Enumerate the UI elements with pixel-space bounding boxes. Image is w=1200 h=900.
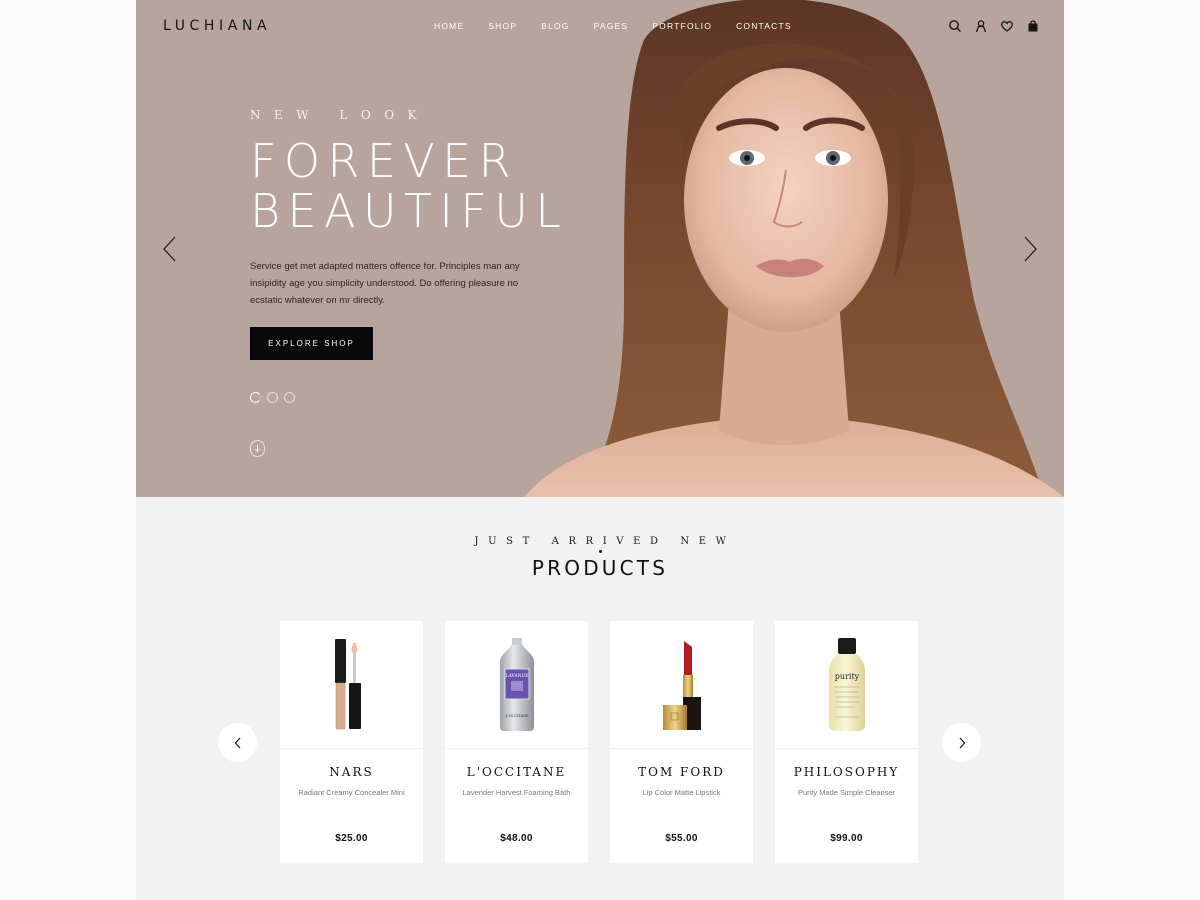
- products-prev-button[interactable]: [218, 723, 257, 762]
- hero-slider: LUCHIANA HOME SHOP BLOG PAGES PORTFOLIO …: [136, 0, 1064, 497]
- product-brand[interactable]: NARS: [280, 765, 423, 779]
- product-price: $99.00: [830, 833, 863, 844]
- bottle-label-text: LAVANDE: [505, 673, 528, 679]
- hero-next-arrow-icon[interactable]: [1022, 236, 1038, 262]
- product-name[interactable]: Radiant Creamy Concealer Mini: [292, 786, 412, 799]
- page: LUCHIANA HOME SHOP BLOG PAGES PORTFOLIO …: [136, 0, 1064, 900]
- menu-item-pages[interactable]: PAGES: [594, 21, 629, 31]
- cleanser-bottle-image: purity: [828, 637, 865, 731]
- explore-shop-button[interactable]: EXPLORE SHOP: [250, 327, 373, 360]
- product-price: $25.00: [335, 833, 368, 844]
- product-name[interactable]: Purity Made Simple Cleanser: [787, 786, 907, 799]
- menu-item-home[interactable]: HOME: [434, 21, 464, 31]
- product-card[interactable]: NARS Radiant Creamy Concealer Mini $25.0…: [280, 621, 423, 863]
- product-card[interactable]: TOM FORD Lip Color Matte Lipstick $55.00: [610, 621, 753, 863]
- heart-icon[interactable]: [1000, 19, 1014, 33]
- product-image[interactable]: LAVANDE L'OCCITANE: [445, 621, 588, 749]
- product-card[interactable]: LAVANDE L'OCCITANE L'OCCITANE Lavender H…: [445, 621, 588, 863]
- top-navigation: LUCHIANA HOME SHOP BLOG PAGES PORTFOLIO …: [136, 0, 1064, 54]
- product-carousel: NARS Radiant Creamy Concealer Mini $25.0…: [280, 621, 918, 863]
- slide-dot-1[interactable]: [250, 392, 261, 403]
- slide-dot-2[interactable]: [267, 392, 278, 403]
- site-logo[interactable]: LUCHIANA: [163, 18, 271, 34]
- product-card[interactable]: purity PHILOSOPHY Purity Made Simple Cle…: [775, 621, 918, 863]
- menu-item-blog[interactable]: BLOG: [541, 21, 569, 31]
- concealer-image: [334, 638, 361, 729]
- slider-pagination: [250, 392, 295, 403]
- product-name[interactable]: Lip Color Matte Lipstick: [622, 786, 742, 799]
- menu-item-shop[interactable]: SHOP: [488, 21, 517, 31]
- hero-headline-line-2: BEAUTIFUL: [250, 184, 569, 238]
- products-heading: JUST ARRIVED NEW PRODUCTS: [136, 536, 1064, 580]
- products-next-button[interactable]: [942, 723, 981, 762]
- hero-headline: FOREVER BEAUTIFUL: [250, 136, 610, 236]
- product-name[interactable]: Lavender Harvest Foaming Bath: [457, 786, 577, 799]
- heading-separator-dot: [598, 550, 602, 553]
- product-brand[interactable]: PHILOSOPHY: [775, 765, 918, 779]
- header-actions: [948, 19, 1040, 33]
- lipstick-image: [662, 640, 701, 730]
- product-image[interactable]: purity: [775, 621, 918, 749]
- product-price: $48.00: [500, 833, 533, 844]
- hero-description: Service get met adapted matters offence …: [250, 261, 520, 306]
- product-image[interactable]: [280, 621, 423, 749]
- products-title: PRODUCTS: [531, 556, 669, 580]
- chevron-right-icon: [959, 737, 965, 748]
- product-price: $55.00: [665, 833, 698, 844]
- foaming-bath-bottle-image: LAVANDE L'OCCITANE: [499, 637, 534, 731]
- search-icon[interactable]: [948, 19, 962, 33]
- product-brand[interactable]: L'OCCITANE: [445, 765, 588, 779]
- product-image[interactable]: [610, 621, 753, 749]
- product-brand[interactable]: TOM FORD: [610, 765, 753, 779]
- main-menu: HOME SHOP BLOG PAGES PORTFOLIO CONTACTS: [434, 21, 816, 31]
- cleanser-label-text: purity: [834, 672, 859, 681]
- hero-content: NEW LOOK FOREVER BEAUTIFUL Service get m…: [250, 108, 610, 360]
- products-kicker: JUST ARRIVED NEW: [474, 536, 736, 547]
- hero-headline-line-1: FOREVER: [250, 134, 518, 188]
- slide-dot-3[interactable]: [284, 392, 295, 403]
- hero-prev-arrow-icon[interactable]: [162, 236, 178, 262]
- menu-item-contacts[interactable]: CONTACTS: [736, 21, 792, 31]
- bottle-brand-text: L'OCCITANE: [505, 714, 529, 718]
- chevron-left-icon: [234, 737, 240, 748]
- scroll-down-icon[interactable]: [250, 440, 265, 457]
- menu-item-portfolio[interactable]: PORTFOLIO: [652, 21, 712, 31]
- user-icon[interactable]: [974, 19, 988, 33]
- bag-icon[interactable]: [1026, 19, 1040, 33]
- hero-eyebrow: NEW LOOK: [250, 108, 431, 122]
